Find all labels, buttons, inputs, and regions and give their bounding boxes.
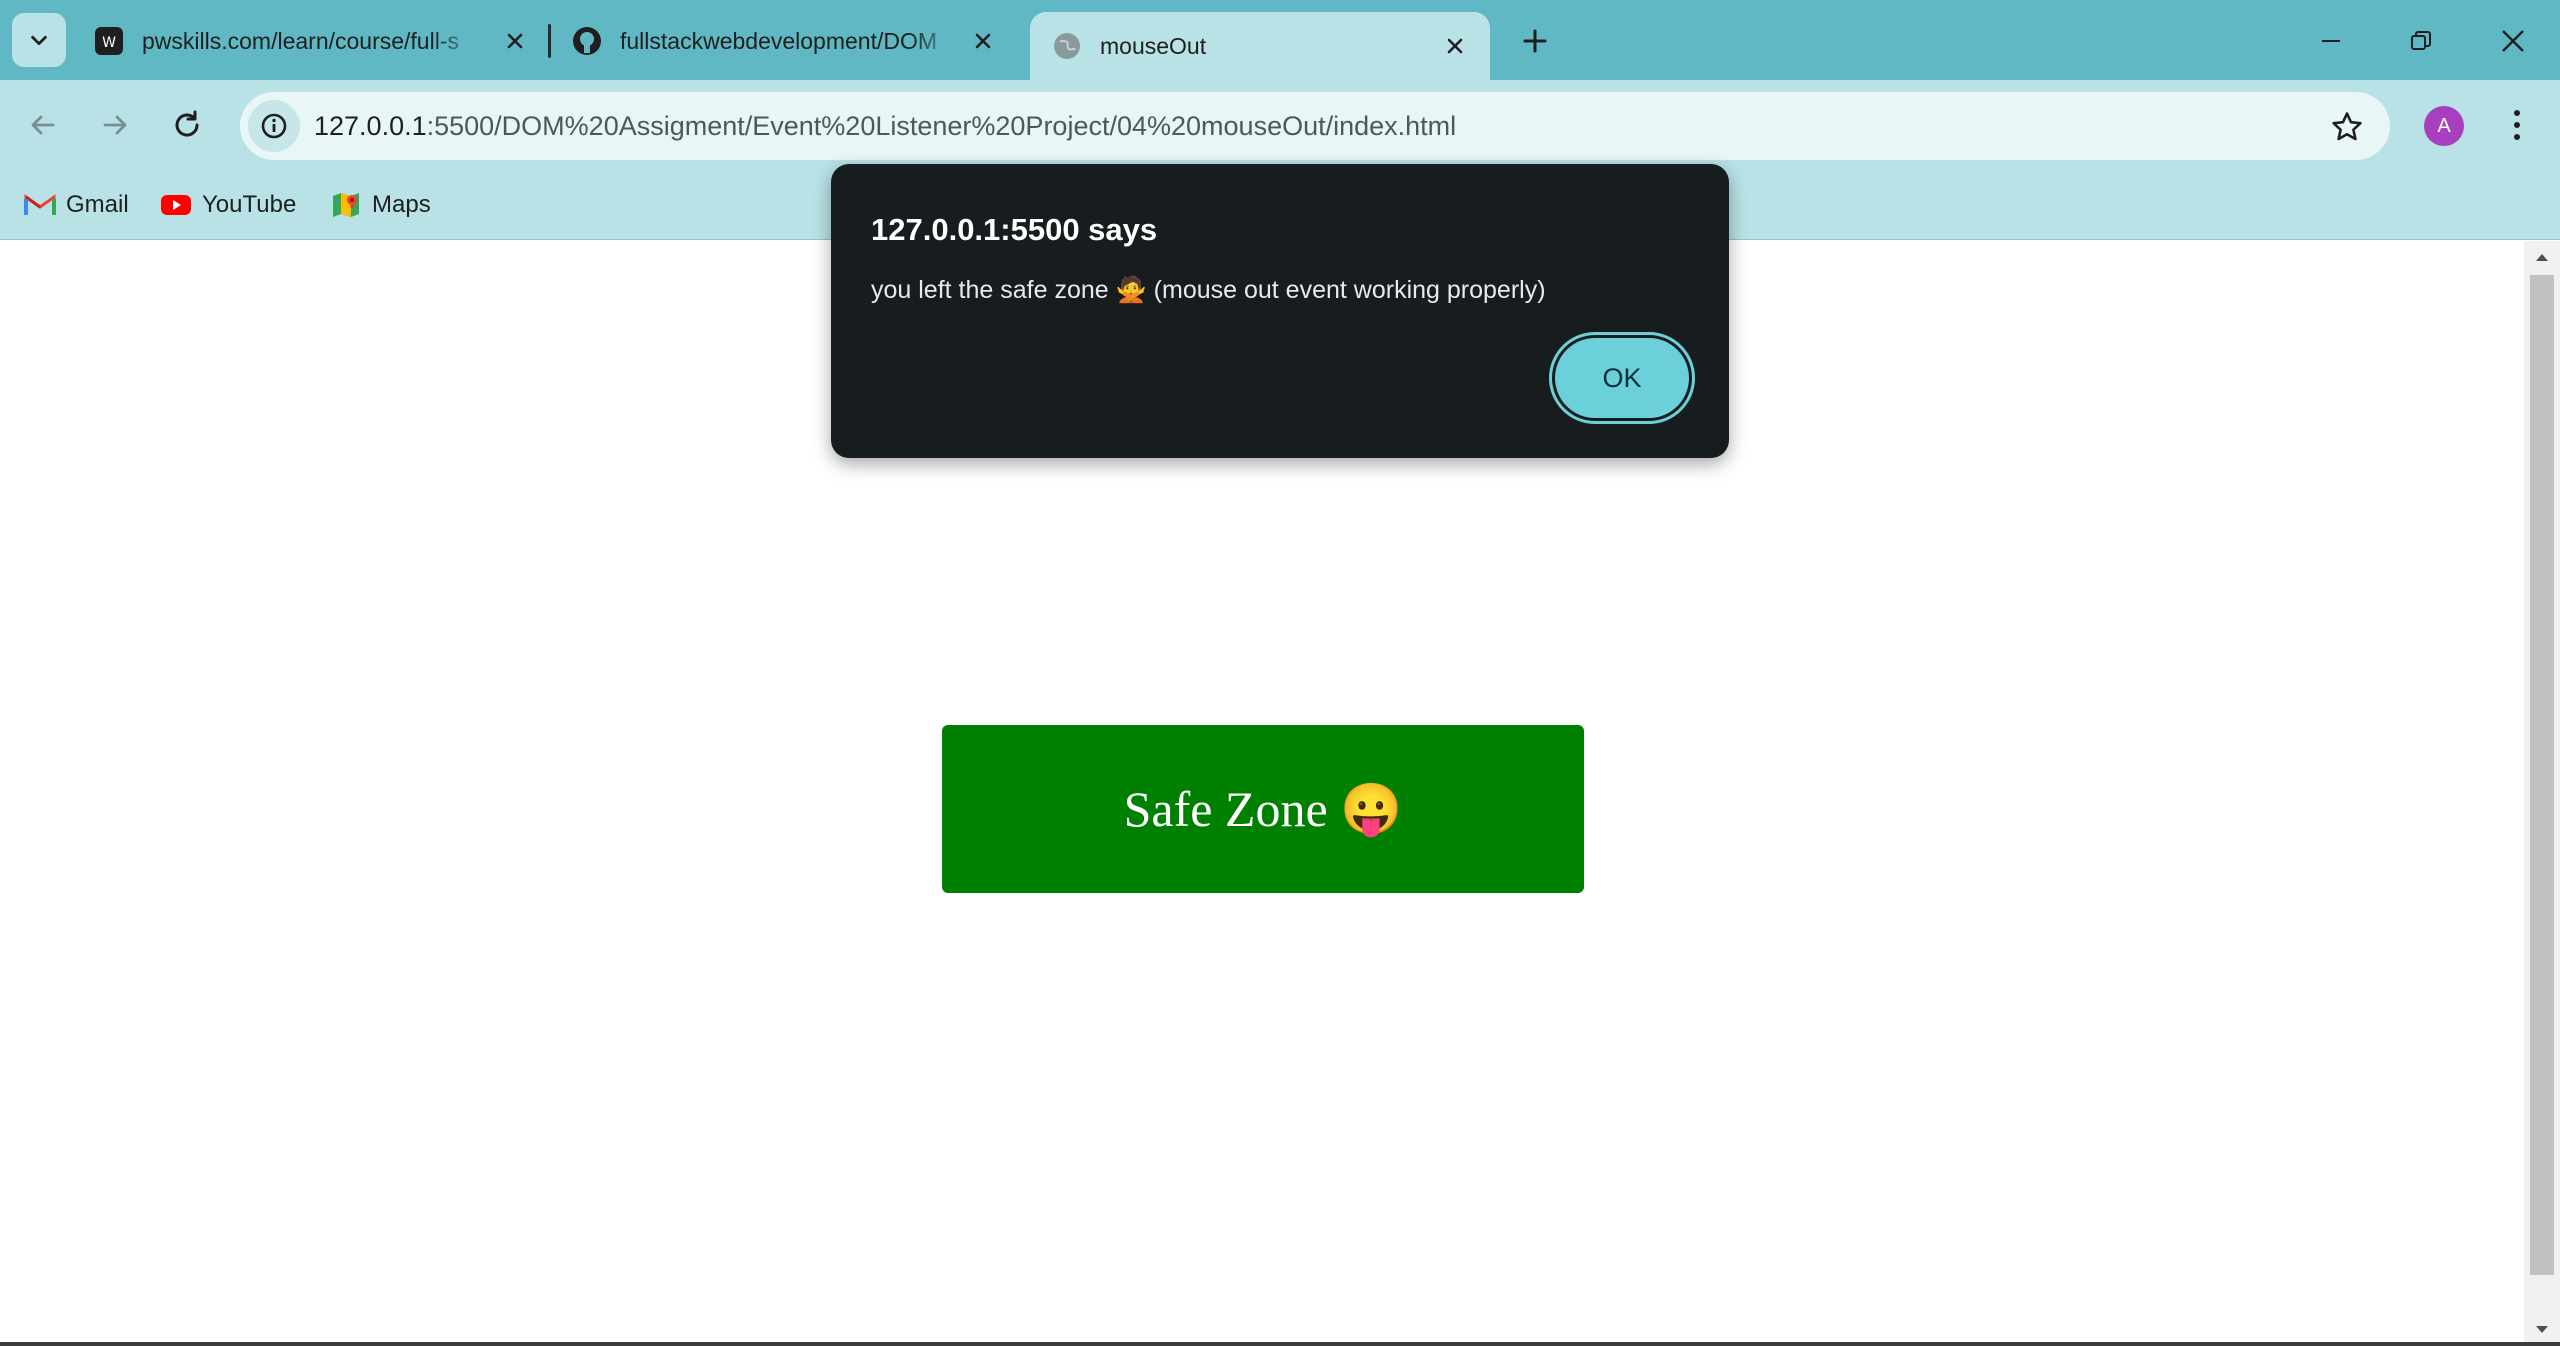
alert-message: you left the safe zone 🙅 (mouse out even… <box>871 276 1546 304</box>
forward-arrow-icon <box>103 115 127 135</box>
restore-button[interactable] <box>2398 18 2444 64</box>
restore-icon <box>2411 31 2431 50</box>
scroll-down-arrow-icon[interactable] <box>2534 1322 2550 1338</box>
tab-close-icon[interactable] <box>498 24 532 58</box>
alert-ok-button[interactable]: OK <box>1555 338 1689 418</box>
window-bottom-border <box>0 1342 2560 1346</box>
page-scrollbar[interactable] <box>2524 241 2560 1346</box>
tab-search-button[interactable] <box>12 13 66 67</box>
svg-text:W: W <box>102 35 116 51</box>
globe-icon <box>1050 29 1084 63</box>
plus-icon <box>1523 29 1547 53</box>
bookmark-label: YouTube <box>202 191 297 218</box>
browser-toolbar: 127.0.0.1:5500/DOM%20Assigment/Event%20L… <box>0 80 2560 170</box>
tab-strip: W pwskills.com/learn/course/full-s fulls… <box>0 0 2560 80</box>
tab-close-icon[interactable] <box>966 24 1000 58</box>
pwskills-favicon-icon: W <box>92 24 126 58</box>
youtube-icon <box>160 191 192 219</box>
site-info-button[interactable] <box>248 100 300 152</box>
tab-title: fullstackwebdevelopment/DOM <box>620 27 938 54</box>
close-icon <box>2502 30 2524 52</box>
github-icon <box>570 24 604 58</box>
bookmark-label: Gmail <box>66 191 129 218</box>
star-icon <box>2332 112 2362 141</box>
tab-mouseout-active[interactable]: mouseOut <box>1030 12 1490 80</box>
tab-title: pwskills.com/learn/course/full-s <box>142 27 459 54</box>
back-arrow-icon <box>31 115 55 135</box>
tab-separator <box>548 24 551 58</box>
more-vertical-icon <box>2514 110 2520 140</box>
url-host: 127.0.0.1 <box>314 110 427 141</box>
bookmark-label: Maps <box>372 191 431 218</box>
maps-icon <box>330 191 362 219</box>
alert-title: 127.0.0.1:5500 says <box>871 212 1158 247</box>
bookmark-gmail[interactable]: Gmail <box>24 186 129 224</box>
browser-menu-button[interactable] <box>2494 102 2540 148</box>
reload-button[interactable] <box>164 102 210 148</box>
info-icon <box>261 113 287 139</box>
bookmark-star-button[interactable] <box>2324 104 2370 150</box>
safe-zone-box[interactable]: Safe Zone 😛 <box>942 725 1584 893</box>
alert-dialog: 127.0.0.1:5500 says you left the safe zo… <box>831 164 1729 458</box>
profile-avatar[interactable]: A <box>2424 106 2464 146</box>
url-text: 127.0.0.1:5500/DOM%20Assigment/Event%20L… <box>314 111 1456 142</box>
tab-github[interactable]: fullstackwebdevelopment/DOM <box>570 13 1000 69</box>
back-button[interactable] <box>20 102 66 148</box>
url-path: :5500/DOM%20Assigment/Event%20Listener%2… <box>426 110 1457 141</box>
bookmark-maps[interactable]: Maps <box>330 186 431 224</box>
tab-title: mouseOut <box>1100 32 1207 59</box>
minimize-button[interactable] <box>2308 18 2354 64</box>
scroll-up-arrow-icon[interactable] <box>2534 249 2550 265</box>
gmail-icon <box>24 191 56 219</box>
minimize-icon <box>2322 40 2340 42</box>
close-window-button[interactable] <box>2490 18 2536 64</box>
bookmark-youtube[interactable]: YouTube <box>160 186 296 224</box>
tab-close-icon[interactable] <box>1438 29 1472 63</box>
reload-icon <box>175 110 199 137</box>
chevron-down-icon <box>31 35 47 46</box>
tab-pwskills[interactable]: W pwskills.com/learn/course/full-s <box>92 13 532 69</box>
address-bar[interactable]: 127.0.0.1:5500/DOM%20Assigment/Event%20L… <box>240 92 2390 160</box>
forward-button[interactable] <box>92 102 138 148</box>
new-tab-button[interactable] <box>1516 22 1554 60</box>
scrollbar-thumb[interactable] <box>2530 275 2554 1275</box>
